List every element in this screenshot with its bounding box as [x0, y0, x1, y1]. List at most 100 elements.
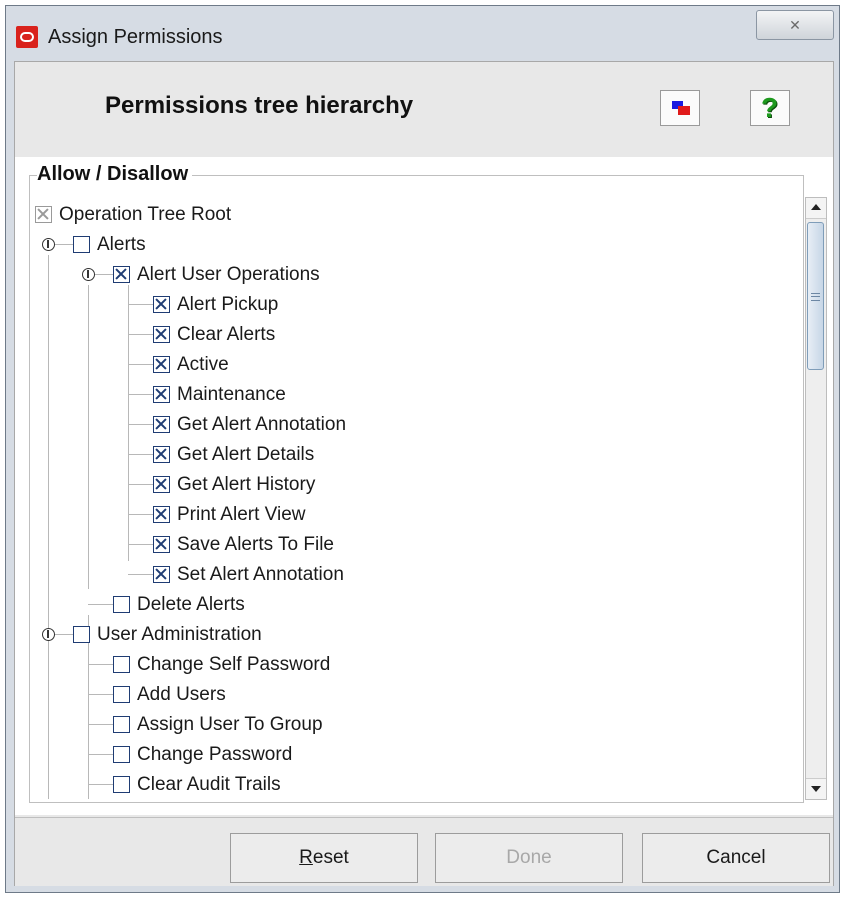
- tree-item-label: Print Alert View: [177, 504, 306, 525]
- tree-item[interactable]: Maintenance: [35, 381, 801, 409]
- close-button[interactable]: ✕: [756, 10, 834, 40]
- assign-permissions-dialog: Assign Permissions ✕ Permissions tree hi…: [5, 5, 840, 893]
- permission-checkbox[interactable]: [113, 716, 130, 733]
- tree-item[interactable]: Active: [35, 351, 801, 379]
- permission-checkbox[interactable]: [153, 326, 170, 343]
- permission-checkbox[interactable]: [113, 746, 130, 763]
- reset-button[interactable]: Reset: [230, 833, 418, 883]
- permission-checkbox[interactable]: [113, 596, 130, 613]
- permission-checkbox[interactable]: [153, 566, 170, 583]
- permission-checkbox[interactable]: [113, 686, 130, 703]
- window-title: Assign Permissions: [48, 26, 223, 48]
- tree-item[interactable]: Print Alert View: [35, 501, 801, 529]
- permission-checkbox[interactable]: [153, 536, 170, 553]
- tree-connector: [55, 244, 73, 245]
- tree-item[interactable]: User Administration: [35, 621, 801, 649]
- tree-item-label: Delete Alerts: [137, 594, 245, 615]
- tree-item-label: Clear Alerts: [177, 324, 276, 345]
- tree-item-label: Clear Audit Trails: [137, 774, 281, 795]
- reset-mnemonic: R: [299, 847, 313, 868]
- permission-checkbox[interactable]: [153, 386, 170, 403]
- tree-connector: [128, 484, 153, 485]
- tree-item[interactable]: Operation Tree Root: [35, 201, 801, 229]
- tree-item[interactable]: Set Alert Annotation: [35, 561, 801, 589]
- tree-item-label: Alert User Operations: [137, 264, 320, 285]
- permission-checkbox[interactable]: [113, 266, 130, 283]
- tree-item-label: Change Password: [137, 744, 293, 765]
- tree-item[interactable]: Save Alerts To File: [35, 531, 801, 559]
- scroll-down-button[interactable]: [806, 778, 826, 799]
- permission-checkbox[interactable]: [153, 416, 170, 433]
- tree-connector: [55, 634, 73, 635]
- tree-item-label: Get Alert Annotation: [177, 414, 347, 435]
- permission-checkbox[interactable]: [113, 656, 130, 673]
- permission-checkbox[interactable]: [73, 626, 90, 643]
- tree-item[interactable]: Alert User Operations: [35, 261, 801, 289]
- permission-checkbox[interactable]: [153, 446, 170, 463]
- tree-connector: [95, 274, 113, 275]
- tree-connector: [128, 544, 153, 545]
- tree-connector: [128, 334, 153, 335]
- done-button[interactable]: Done: [435, 833, 623, 883]
- tree-item-label: Operation Tree Root: [59, 204, 232, 225]
- tree-item[interactable]: Clear Alerts: [35, 321, 801, 349]
- tree-item-label: Maintenance: [177, 384, 286, 405]
- color-legend-button[interactable]: [660, 90, 700, 126]
- tree-connector: [128, 454, 153, 455]
- dialog-header: Permissions tree hierarchy ?: [15, 62, 833, 157]
- tree-item[interactable]: Change Self Password: [35, 651, 801, 679]
- tree-item[interactable]: Alerts: [35, 231, 801, 259]
- tree-item[interactable]: Add Users: [35, 681, 801, 709]
- tree-scrollbar[interactable]: [805, 197, 827, 800]
- tree-item[interactable]: Assign User To Group: [35, 711, 801, 739]
- permissions-tree[interactable]: Operation Tree Root Alerts Alert User Oper…: [35, 199, 801, 799]
- permission-checkbox[interactable]: [73, 236, 90, 253]
- permission-checkbox[interactable]: [153, 356, 170, 373]
- tree-item-label: Get Alert History: [177, 474, 316, 495]
- title-bar: Assign Permissions ✕: [6, 6, 839, 61]
- tree-item-label: User Administration: [97, 624, 262, 645]
- scroll-thumb[interactable]: [807, 222, 824, 370]
- tree-item[interactable]: Change Password: [35, 741, 801, 769]
- tree-item-label: Add Users: [137, 684, 226, 705]
- tree-item-label: Alert Pickup: [177, 294, 279, 315]
- tree-item-label: Save Alerts To File: [177, 534, 335, 555]
- tree-connector: [88, 784, 113, 785]
- tree-connector: [88, 724, 113, 725]
- permission-checkbox[interactable]: [153, 296, 170, 313]
- tree-connector: [128, 394, 153, 395]
- permission-checkbox[interactable]: [35, 206, 52, 223]
- expand-toggle-icon[interactable]: [82, 268, 95, 281]
- group-label: Allow / Disallow: [37, 163, 193, 186]
- tree-item-label: Active: [177, 354, 229, 375]
- tree-connector: [88, 754, 113, 755]
- dialog-content: Permissions tree hierarchy ? Allow / Dis…: [14, 61, 834, 886]
- grip-icon: [811, 293, 820, 301]
- tree-connector: [128, 424, 153, 425]
- scroll-up-button[interactable]: [806, 198, 826, 219]
- help-icon: ?: [761, 92, 779, 123]
- tree-item[interactable]: Get Alert Annotation: [35, 411, 801, 439]
- red-swatch: [678, 106, 690, 115]
- reset-label: eset: [312, 847, 349, 868]
- tree-item[interactable]: Clear Audit Trails: [35, 771, 801, 799]
- close-icon: ✕: [789, 17, 801, 33]
- permission-checkbox[interactable]: [113, 776, 130, 793]
- tree-item-label: Set Alert Annotation: [177, 564, 344, 585]
- help-button[interactable]: ?: [750, 90, 790, 126]
- tree-connector: [128, 514, 153, 515]
- tree-connector: [128, 304, 153, 305]
- oracle-app-icon: [16, 26, 38, 48]
- tree-item[interactable]: Delete Alerts: [35, 591, 801, 619]
- tree-connector: [128, 364, 153, 365]
- permission-checkbox[interactable]: [153, 476, 170, 493]
- tree-item[interactable]: Alert Pickup: [35, 291, 801, 319]
- permission-checkbox[interactable]: [153, 506, 170, 523]
- tree-item[interactable]: Get Alert Details: [35, 441, 801, 469]
- tree-item[interactable]: Get Alert History: [35, 471, 801, 499]
- tree-item-label: Get Alert Details: [177, 444, 315, 465]
- expand-toggle-icon[interactable]: [42, 238, 55, 251]
- expand-toggle-icon[interactable]: [42, 628, 55, 641]
- cancel-button[interactable]: Cancel: [642, 833, 830, 883]
- tree-connector: [88, 694, 113, 695]
